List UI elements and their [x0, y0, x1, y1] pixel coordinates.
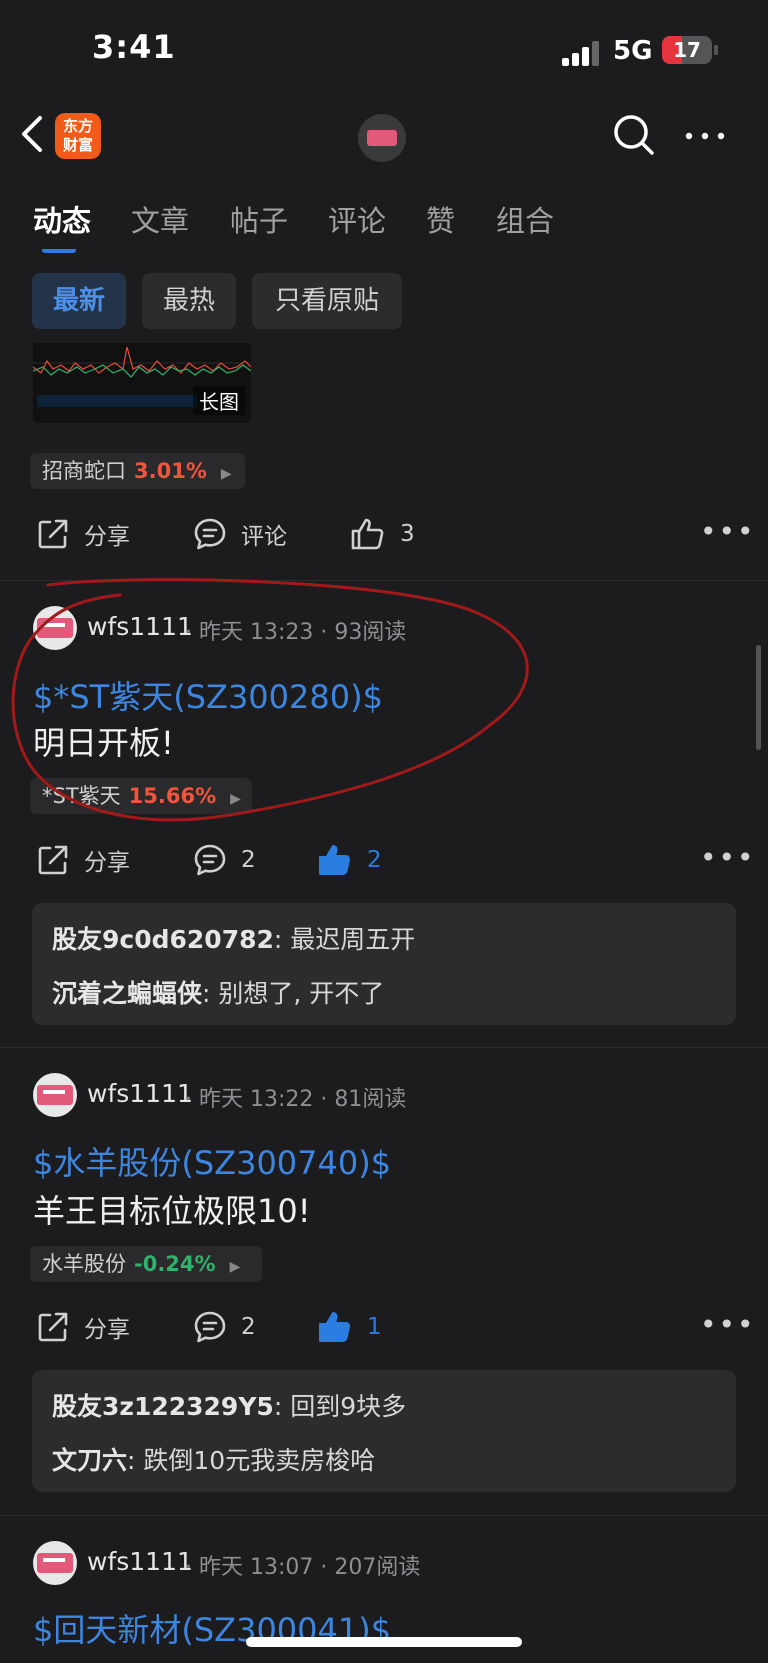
like-button[interactable]: 3 — [350, 517, 415, 551]
comment-preview-item: 沉着之蝙蝠侠: 别想了, 开不了 — [52, 979, 385, 1008]
share-label: 分享 — [84, 1317, 130, 1343]
share-button[interactable]: 分享 — [36, 1310, 130, 1344]
tab-articles[interactable]: 文章 — [131, 198, 189, 240]
battery-level: 17 — [673, 38, 701, 62]
tab-likes[interactable]: 赞 — [426, 198, 455, 240]
more-options-icon[interactable] — [683, 121, 727, 151]
post-meta: · 昨天 13:22 · 81阅读 — [185, 1087, 407, 1112]
like-button[interactable]: 1 — [317, 1310, 382, 1344]
share-icon — [38, 1312, 68, 1342]
comment-preview-box[interactable]: 股友9c0d620782: 最迟周五开 沉着之蝙蝠侠: 别想了, 开不了 — [32, 903, 736, 1025]
app-logo[interactable]: 东方 财富 — [55, 113, 101, 159]
commenter-name[interactable]: 文刀六 — [52, 1446, 127, 1475]
comment-text: 最迟周五开 — [290, 925, 416, 954]
comment-button[interactable]: 2 — [193, 1310, 256, 1344]
stock-tag-name: 招商蛇口 — [42, 459, 126, 483]
chart-thumbnail[interactable]: 长图 — [33, 343, 251, 423]
comment-preview-item: 文刀六: 跌倒10元我卖房梭哈 — [52, 1446, 376, 1475]
commenter-name[interactable]: 股友9c0d620782 — [52, 925, 274, 954]
long-image-label: 长图 — [193, 386, 245, 415]
read-count: 207阅读 — [334, 1555, 421, 1580]
comment-text: 回到9块多 — [290, 1392, 407, 1421]
comment-icon — [194, 1311, 226, 1343]
read-count: 81阅读 — [334, 1087, 407, 1112]
like-count: 3 — [400, 521, 415, 547]
stock-link[interactable]: $水羊股份(SZ300740)$ — [33, 1138, 391, 1184]
search-icon[interactable] — [612, 113, 656, 157]
post-divider — [0, 1515, 768, 1516]
comment-preview-box[interactable]: 股友3z122329Y5: 回到9块多 文刀六: 跌倒10元我卖房梭哈 — [32, 1370, 736, 1492]
comment-preview-item: 股友3z122329Y5: 回到9块多 — [52, 1392, 407, 1421]
logo-text-bottom: 财富 — [62, 136, 93, 154]
commenter-name[interactable]: 沉着之蝙蝠侠 — [52, 979, 202, 1008]
tab-posts[interactable]: 帖子 — [230, 198, 288, 240]
post-time: 昨天 13:07 — [199, 1555, 314, 1580]
post-more-icon[interactable]: ••• — [700, 515, 756, 548]
tab-comments[interactable]: 评论 — [328, 198, 386, 240]
signal-icon — [562, 40, 602, 66]
stock-tag-change: 3.01% — [134, 459, 207, 483]
post-time: 昨天 13:22 — [199, 1087, 314, 1112]
tab-dynamics[interactable]: 动态 — [33, 198, 91, 240]
stock-tag-change: -0.24% — [134, 1252, 216, 1276]
filter-original-only[interactable]: 只看原贴 — [252, 273, 402, 329]
author-name[interactable]: wfs1111 — [87, 1079, 193, 1108]
comment-label: 评论 — [241, 524, 287, 550]
post-meta: · 昨天 13:07 · 207阅读 — [185, 1555, 421, 1580]
filter-hottest[interactable]: 最热 — [142, 273, 236, 329]
stock-tag[interactable]: 水羊股份 -0.24% ▶ — [30, 1246, 262, 1282]
home-indicator[interactable] — [246, 1637, 522, 1647]
share-icon — [38, 519, 68, 549]
profile-avatar[interactable] — [358, 114, 406, 162]
hand-drawn-annotation-circle — [11, 578, 529, 822]
logo-text-top: 东方 — [62, 117, 93, 135]
tab-active-indicator — [42, 243, 76, 253]
network-type: 5G — [613, 36, 653, 66]
play-arrow-icon: ▶ — [220, 466, 232, 482]
post-more-icon[interactable]: ••• — [700, 841, 756, 874]
author-name[interactable]: wfs1111 — [87, 1547, 193, 1576]
comment-text: 别想了, 开不了 — [218, 979, 385, 1008]
tab-portfolio[interactable]: 组合 — [496, 198, 554, 240]
comment-button[interactable]: 评论 — [193, 517, 287, 551]
comment-preview-item: 股友9c0d620782: 最迟周五开 — [52, 925, 416, 954]
play-arrow-icon: ▶ — [229, 1259, 241, 1275]
stock-tag[interactable]: 招商蛇口 3.01% ▶ — [30, 453, 245, 489]
share-button[interactable]: 分享 — [36, 517, 130, 551]
author-avatar[interactable] — [33, 1073, 77, 1117]
author-avatar[interactable] — [33, 1541, 77, 1585]
commenter-name[interactable]: 股友3z122329Y5 — [52, 1392, 274, 1421]
comment-icon — [194, 518, 226, 550]
like-count: 1 — [367, 1314, 382, 1340]
scrollbar[interactable] — [756, 645, 761, 750]
battery-icon: 17 — [662, 36, 712, 64]
comment-text: 跌倒10元我卖房梭哈 — [143, 1446, 376, 1475]
filter-latest[interactable]: 最新 — [32, 273, 126, 329]
comment-count: 2 — [241, 1314, 256, 1340]
status-time: 3:41 — [92, 28, 176, 66]
thumbs-up-icon — [351, 518, 384, 550]
post-text: 羊王目标位极限10! — [33, 1192, 311, 1230]
back-arrow-icon[interactable] — [18, 112, 48, 156]
post-more-icon[interactable]: ••• — [700, 1308, 756, 1341]
post-divider — [0, 1047, 768, 1048]
thumbs-up-filled-icon — [319, 1312, 351, 1342]
share-label: 分享 — [84, 524, 130, 550]
battery-cap — [714, 45, 718, 55]
stock-tag-name: 水羊股份 — [42, 1252, 126, 1276]
